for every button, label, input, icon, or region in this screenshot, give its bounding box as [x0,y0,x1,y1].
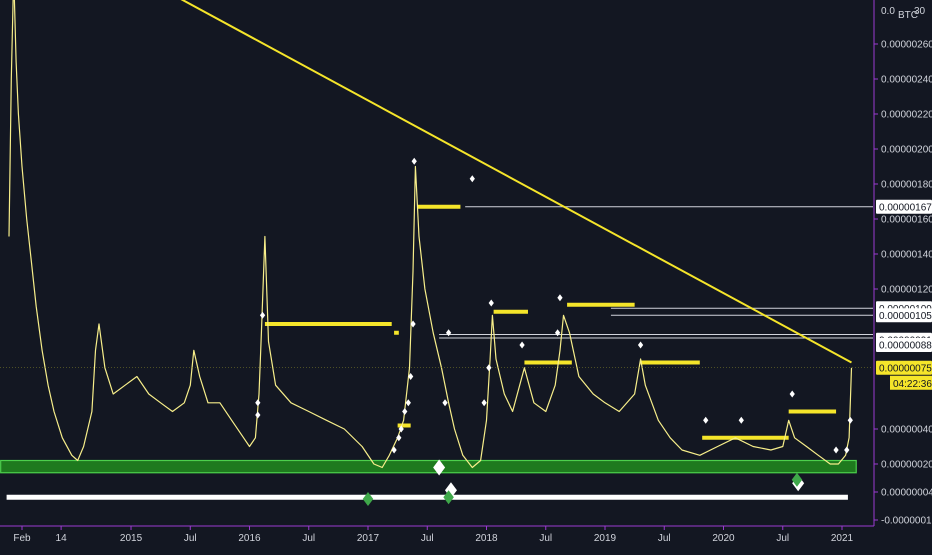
y-tick-label: -0.00000012 [881,516,932,527]
x-tick-label: 2020 [712,533,735,544]
x-tick-label: Jul [421,533,434,544]
y-tick-label: 0.00000140 [881,250,932,261]
y-tick-label: 0.00000200 [881,145,932,156]
x-tick-label: 2015 [120,533,143,544]
countdown-timer: 04:22:36 [893,379,932,390]
price-chart[interactable]: 0.00000260 0.00000240 0.00000220 0.00000200… [0,0,932,550]
top-price-label-right: 30 [914,6,926,17]
x-tick-label: Feb [13,533,31,544]
x-tick-label: Jul [539,533,552,544]
price-tag-label: 0.00000105 [879,311,932,322]
y-tick-label: 0.00000160 [881,215,932,226]
y-tick-label: 0.00000020 [881,460,932,471]
x-tick-label: 2016 [238,533,261,544]
top-price-label: 0.0 [881,6,895,17]
x-tick-label: 14 [56,533,68,544]
y-tick-label: 0.00000220 [881,110,932,121]
price-tag-label: 0.00000088 [879,341,932,352]
y-tick-label: 0.00000120 [881,285,932,296]
y-tick-label: 0.00000240 [881,75,932,86]
x-tick-label: Jul [658,533,671,544]
support-zone [0,459,857,474]
x-tick-label: 2021 [831,533,854,544]
chart-area[interactable]: 0.00000260 0.00000240 0.00000220 0.00000200… [0,0,932,550]
y-tick-label: 0.00000004 [881,488,932,499]
x-tick-label: 2019 [594,533,617,544]
price-tag-label: 0.00000075 [879,363,932,374]
y-tick-label: 0.00000260 [881,40,932,51]
x-tick-label: Jul [776,533,789,544]
x-tick-label: Jul [302,533,315,544]
price-tag-label: 0.00000167 [879,202,932,213]
y-tick-label: 0.00000040 [881,425,932,436]
x-tick-label: 2018 [475,533,498,544]
x-tick-label: Jul [184,533,197,544]
x-tick-label: 2017 [357,533,380,544]
y-tick-label: 0.00000180 [881,180,932,191]
